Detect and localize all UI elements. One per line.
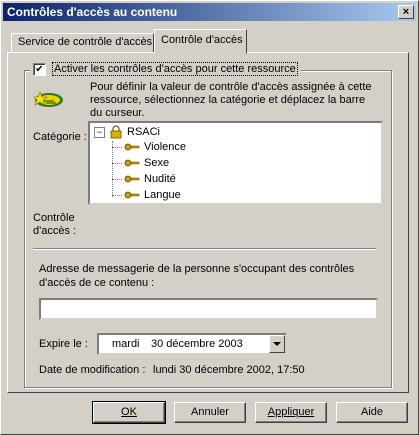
help-button[interactable]: Aide	[336, 402, 408, 423]
tree-item-violence[interactable]: Violence	[112, 141, 186, 153]
expires-date: 30 décembre 2003	[151, 338, 243, 350]
rating-logo-icon	[32, 88, 64, 110]
category-tree[interactable]: − RSACi Violence Sexe Nudité Langue	[88, 121, 383, 205]
chevron-down-icon	[273, 342, 281, 346]
key-icon	[124, 191, 140, 199]
expires-label: Expire le :	[39, 338, 88, 350]
tab-service-controle[interactable]: Service de contrôle d'accès	[11, 33, 154, 53]
description-text: Pour définir la valeur de contrôle d'acc…	[90, 81, 372, 119]
email-input[interactable]	[39, 298, 378, 320]
ok-button[interactable]: OK	[92, 401, 166, 424]
key-icon	[124, 159, 140, 167]
enable-checkbox-label: Activer les contrôles d'accès pour cette…	[52, 62, 298, 76]
expires-day: mardi	[112, 338, 140, 350]
tree-item-nudite[interactable]: Nudité	[112, 173, 176, 185]
tree-item-label: Langue	[144, 189, 181, 201]
ok-button-label: OK	[121, 406, 137, 418]
tree-root[interactable]: − RSACi	[94, 125, 160, 139]
close-button[interactable]: ×	[398, 5, 414, 19]
enable-checkbox[interactable]: ✔	[33, 62, 46, 76]
modified-value: lundi 30 décembre 2002, 17:50	[153, 364, 305, 376]
tree-root-label: RSACi	[127, 126, 161, 138]
separator	[33, 248, 376, 250]
key-icon	[124, 175, 140, 183]
lock-icon	[110, 125, 122, 139]
enable-access-control[interactable]: ✔ Activer les contrôles d'accès pour cet…	[30, 62, 301, 76]
cancel-button[interactable]: Annuler	[174, 402, 246, 423]
tree-item-label: Nudité	[144, 173, 176, 185]
expires-date-picker[interactable]: mardi 30 décembre 2003	[97, 333, 287, 355]
collapse-icon[interactable]: −	[94, 126, 105, 138]
tree-item-sexe[interactable]: Sexe	[112, 157, 169, 169]
tree-item-langue[interactable]: Langue	[112, 189, 181, 201]
dropdown-button[interactable]	[269, 335, 285, 353]
apply-button[interactable]: Appliquer	[255, 402, 327, 423]
access-control-label: Contrôle d'accès :	[33, 212, 77, 237]
tree-item-label: Sexe	[144, 157, 170, 169]
window-title: Contrôles d'accès au contenu	[7, 5, 178, 19]
modified-label: Date de modification :	[39, 364, 146, 376]
tab-controle-acces[interactable]: Contrôle d'accès	[154, 29, 247, 54]
title-bar: Contrôles d'accès au contenu ×	[3, 3, 416, 21]
category-label: Catégorie :	[33, 131, 87, 143]
apply-button-label: Appliquer	[267, 406, 315, 418]
email-label: Adresse de messagerie de la personne s'o…	[39, 263, 355, 289]
key-icon	[124, 143, 140, 151]
tree-item-label: Violence	[144, 141, 186, 153]
